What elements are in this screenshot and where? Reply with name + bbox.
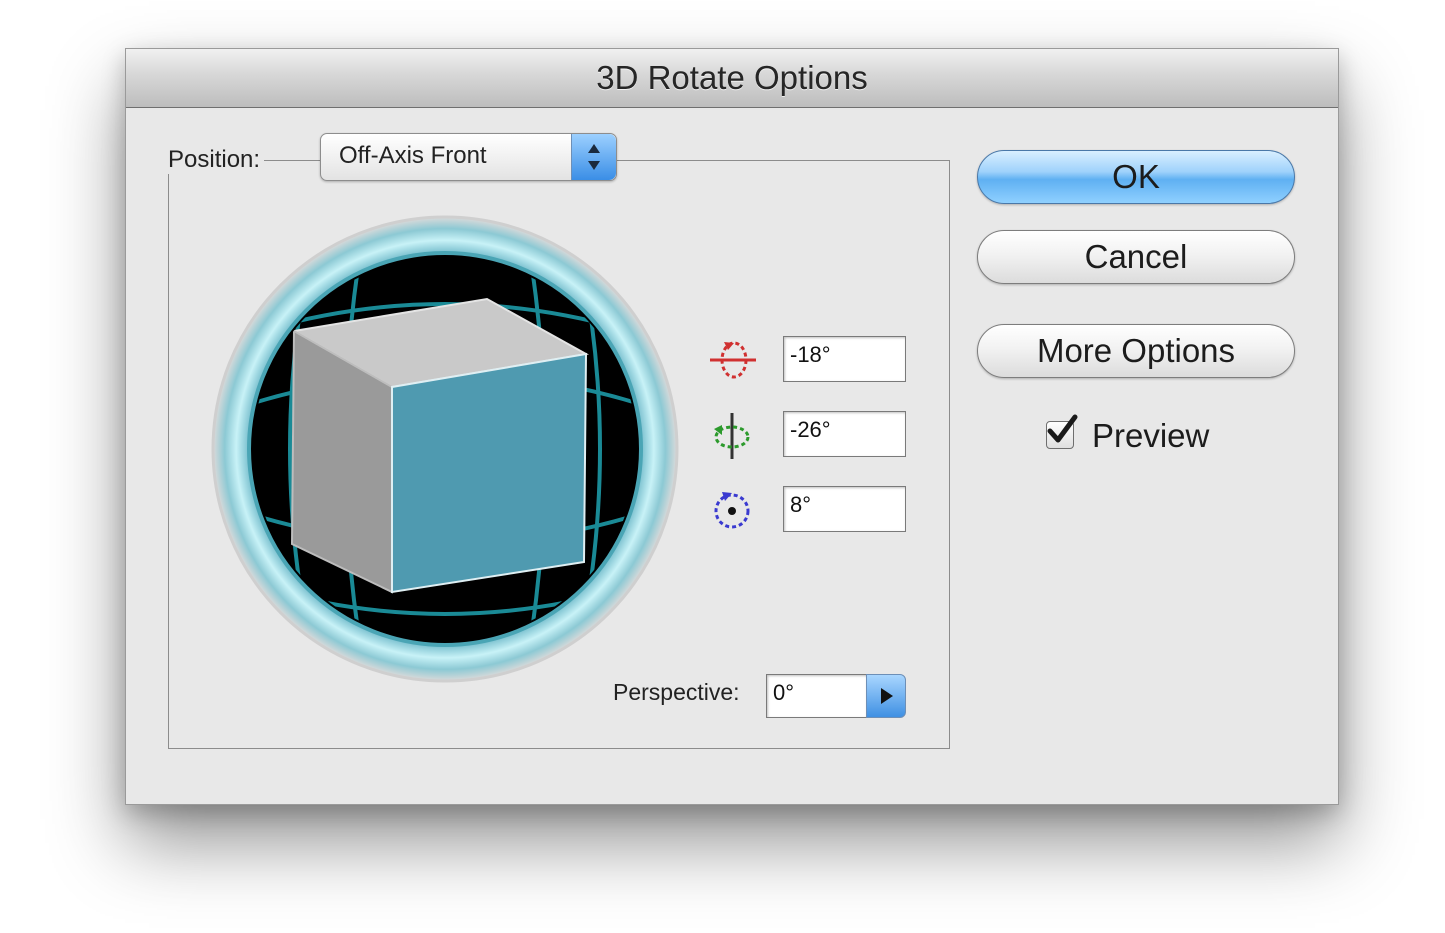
cube [290,297,589,594]
title-bar[interactable]: 3D Rotate Options [126,49,1338,108]
up-down-arrows-icon [571,134,616,180]
preview-checkbox[interactable] [1046,414,1078,449]
checkmark-icon [1047,414,1078,443]
ok-button[interactable]: OK [977,150,1295,204]
x-rotation-field[interactable]: -18° [783,336,906,382]
perspective-menu-button[interactable] [866,674,906,718]
cube-front-face [391,352,588,594]
preview-label[interactable]: Preview [1092,417,1209,455]
z-rotation-field[interactable]: 8° [783,486,906,532]
more-options-button[interactable]: More Options [977,324,1295,378]
stage: 3D Rotate Options Position: Off-Axis Fro… [0,0,1445,933]
perspective-label: Perspective: [613,679,740,705]
cancel-button[interactable]: Cancel [977,230,1295,284]
position-label: Position: [164,146,265,174]
z-axis-rotation-icon [710,487,756,538]
perspective-field[interactable]: 0° [766,674,867,718]
y-rotation-field[interactable]: -26° [783,411,906,457]
rotation-trackball[interactable] [210,214,680,684]
ok-button-label: OK [1112,158,1160,195]
x-axis-rotation-icon [708,336,758,387]
position-popup[interactable]: Off-Axis Front [320,133,617,181]
dialog-window: 3D Rotate Options Position: Off-Axis Fro… [125,48,1339,805]
dialog-title: 3D Rotate Options [596,59,868,96]
cancel-button-label: Cancel [1084,238,1188,275]
more-options-button-label: More Options [1036,332,1236,369]
right-triangle-icon [881,688,893,704]
y-axis-rotation-icon [708,411,758,466]
position-value: Off-Axis Front [339,142,487,169]
